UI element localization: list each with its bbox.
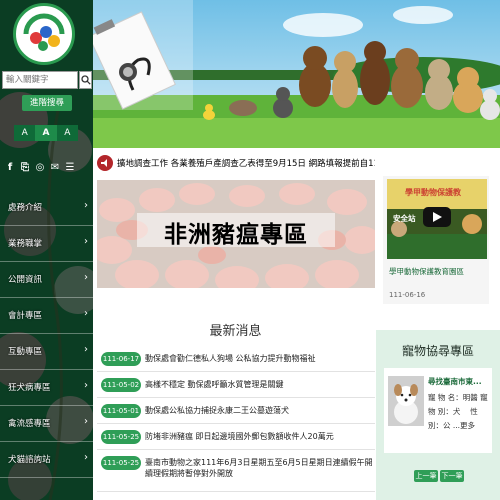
nav-item-accounting[interactable]: 會計專區 ›: [0, 298, 93, 334]
search-input[interactable]: [2, 71, 78, 89]
marquee-text[interactable]: 擴地調查工作 各業養殖戶產調查乙表得至9月15日 網路填報提前自111年5月1: [117, 157, 375, 169]
nav-item-label: 公開資訊: [8, 275, 43, 285]
feature-title: 非洲豬瘟專區: [164, 222, 308, 248]
nav-item-avian-flu[interactable]: 禽流感專區 ›: [0, 406, 93, 442]
nav-item-label: 會計專區: [8, 311, 43, 321]
rss-icon[interactable]: ☰: [64, 161, 76, 175]
font-small-button[interactable]: A: [14, 125, 36, 141]
advanced-search-button[interactable]: 進階搜尋: [22, 95, 72, 111]
pet-info-line: 物 別：犬 性: [428, 407, 478, 416]
news-date-badge: 111-05-02: [101, 378, 141, 392]
pet-photo[interactable]: [388, 376, 424, 426]
chevron-right-icon: ›: [84, 344, 88, 355]
video-card[interactable]: 學甲動物保護教 安全站 學甲動物保護教育園區 111-06-16: [383, 176, 489, 304]
email-icon[interactable]: ✉: [49, 161, 61, 175]
video-thumb-text: 學甲動物保護教: [405, 188, 461, 197]
video-thumbnail[interactable]: 學甲動物保護教 安全站: [387, 179, 487, 259]
list-item[interactable]: 111-05-25 防堵非洲豬瘟 即日起邊境國外郵包數額收件人20萬元: [97, 424, 375, 450]
nav-item-label: 處務介紹: [8, 203, 43, 213]
chevron-right-icon: ›: [84, 452, 88, 463]
nav-item-duties[interactable]: 業務職掌 ›: [0, 226, 93, 262]
nav-item-interactive[interactable]: 互動專區 ›: [0, 334, 93, 370]
news-title[interactable]: 動保處會勸仁德私人狗場 公私協力提升動物福祉: [145, 353, 373, 364]
news-title[interactable]: 高樣不穩定 動保處呼籲水質管理是關鍵: [145, 379, 373, 390]
pet-card-title[interactable]: 尋找臺南市東...: [428, 376, 482, 387]
megaphone-icon: [97, 155, 113, 171]
font-medium-button[interactable]: A: [35, 125, 57, 141]
chevron-right-icon: ›: [84, 236, 88, 247]
share-icon[interactable]: ⎘: [19, 161, 31, 175]
nav-item-about[interactable]: 處務介紹 ›: [0, 190, 93, 226]
line-icon[interactable]: ◎: [34, 161, 46, 175]
next-button[interactable]: 下一筆: [440, 470, 464, 482]
social-links: f ⎘ ◎ ✉ ☰: [4, 161, 76, 175]
font-large-button[interactable]: A: [56, 125, 78, 141]
nav-item-rabies[interactable]: 狂犬病專區 ›: [0, 370, 93, 406]
list-item[interactable]: 111-05-25 臺南市動物之家111年6月3日星期五至6月5日星期日連續假午…: [97, 450, 375, 492]
site-logo[interactable]: [13, 3, 75, 65]
font-size-controls: A A A: [14, 125, 78, 141]
chevron-right-icon: ›: [84, 272, 88, 283]
pet-info-line: 寵 物 名：明醬 寵: [428, 393, 488, 402]
news-list: 111-06-17 動保處會勸仁德私人狗場 公私協力提升動物福祉 111-05-…: [97, 346, 375, 492]
nav-item-label: 狂犬病專區: [8, 383, 51, 393]
pet-card[interactable]: 尋找臺南市東... 寵 物 名：明醬 寵 物 別：犬 性 別：公 ...更多: [384, 368, 492, 453]
search-button[interactable]: [79, 71, 92, 89]
news-date-badge: 111-05-01: [101, 404, 141, 418]
facebook-icon[interactable]: f: [4, 161, 16, 175]
video-thumb-text: 安全站: [393, 214, 416, 223]
news-title[interactable]: 防堵非洲豬瘟 即日起邊境國外郵包數額收件人20萬元: [145, 431, 373, 442]
section-heading: 寵物協尋專區: [401, 344, 474, 358]
nav-item-label: 業務職掌: [8, 239, 43, 249]
nav-item-public-info[interactable]: 公開資訊 ›: [0, 262, 93, 298]
chevron-right-icon: ›: [84, 308, 88, 319]
news-date-badge: 111-06-17: [101, 352, 141, 366]
pet-search-section: 寵物協尋專區 尋找臺南市東... 寵 物 名：明醬 寵 物 別：犬 性 別：公 …: [376, 330, 500, 500]
pet-info-line[interactable]: 別：公 ...更多: [428, 420, 475, 431]
hero-banner: [93, 0, 500, 148]
news-title[interactable]: 臺南市動物之家111年6月3日星期五至6月5日星期日連續假午開續理假期將暫停對外…: [145, 457, 373, 479]
video-date: 111-06-16: [389, 291, 426, 299]
chevron-right-icon: ›: [84, 200, 88, 211]
search-icon: [80, 75, 91, 85]
nav-item-label: 犬貓諮詢站: [8, 455, 51, 465]
nav-item-label: 互動專區: [8, 347, 43, 357]
chevron-right-icon: ›: [84, 416, 88, 427]
main-nav: 處務介紹 › 業務職掌 › 公開資訊 › 會計專區 › 互動專區 › 狂犬病專區…: [0, 190, 93, 478]
video-title[interactable]: 學甲動物保護教育園區: [389, 266, 489, 277]
list-item[interactable]: 111-05-01 動保處公私協力捕捉永康二王公墓遊蕩犬: [97, 398, 375, 424]
news-title[interactable]: 動保處公私協力捕捉永康二王公墓遊蕩犬: [145, 405, 373, 416]
list-item[interactable]: 111-05-02 高樣不穩定 動保處呼籲水質管理是關鍵: [97, 372, 375, 398]
list-item[interactable]: 111-06-17 動保處會勸仁德私人狗場 公私協力提升動物福祉: [97, 346, 375, 372]
news-heading: 最新消息: [209, 324, 262, 339]
chevron-right-icon: ›: [84, 380, 88, 391]
previous-button[interactable]: 上一筆: [414, 470, 438, 482]
asf-feature-banner[interactable]: 非洲豬瘟專區: [97, 180, 375, 288]
news-date-badge: 111-05-25: [101, 430, 141, 444]
nav-item-pet-consult[interactable]: 犬貓諮詢站 ›: [0, 442, 93, 478]
sidebar: 進階搜尋 A A A f ⎘ ◎ ✉ ☰ 處務介紹 › 業務職掌 › 公開資訊 …: [0, 0, 93, 500]
news-date-badge: 111-05-25: [101, 456, 141, 470]
announcement-marquee[interactable]: 擴地調查工作 各業養殖戶產調查乙表得至9月15日 網路填報提前自111年5月1: [93, 152, 375, 174]
nav-item-label: 禽流感專區: [8, 419, 51, 429]
